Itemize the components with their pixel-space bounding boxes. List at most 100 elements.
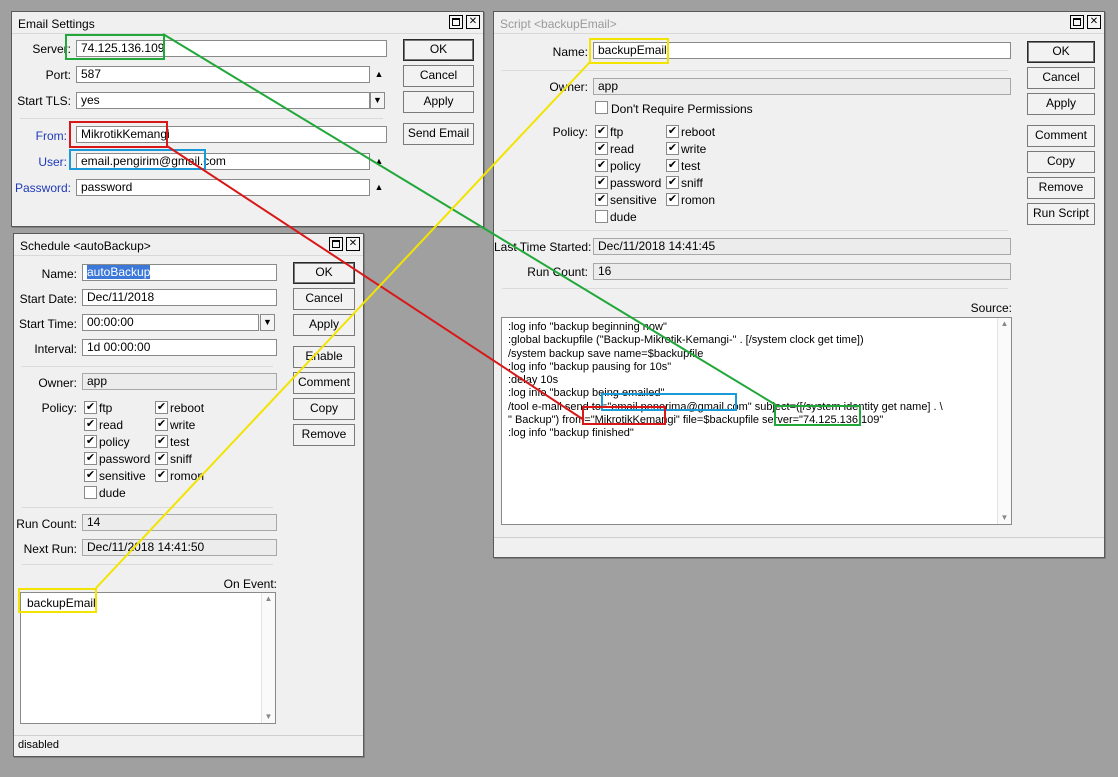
close-icon[interactable]: ✕	[1087, 15, 1101, 29]
user-collapse-icon[interactable]: ▲	[373, 155, 385, 167]
apply-button[interactable]: Apply	[293, 314, 355, 336]
policy-checkbox[interactable]: ✔	[84, 452, 97, 465]
policy-checkbox[interactable]: ✔	[595, 159, 608, 172]
restore-icon[interactable]	[329, 237, 343, 251]
port-collapse-icon[interactable]: ▲	[373, 68, 385, 80]
cancel-button[interactable]: Cancel	[403, 65, 474, 87]
policy-checkbox[interactable]: ✔	[84, 435, 97, 448]
comment-button[interactable]: Comment	[1027, 125, 1095, 147]
cancel-button[interactable]: Cancel	[1027, 67, 1095, 89]
start-tls-label: Start TLS:	[17, 94, 71, 108]
next-run-label: Next Run:	[23, 542, 77, 556]
scroll-down-icon[interactable]: ▼	[998, 512, 1011, 524]
policy-checkbox[interactable]: ✔	[595, 125, 608, 138]
policy-label: policy	[610, 159, 641, 173]
policy-label: ftp	[610, 125, 624, 139]
run-script-button[interactable]: Run Script	[1027, 203, 1095, 225]
copy-button[interactable]: Copy	[1027, 151, 1095, 173]
password-collapse-icon[interactable]: ▲	[373, 181, 385, 193]
policy-checkbox[interactable]: ✔	[666, 159, 679, 172]
policy-checkbox[interactable]: ✔	[595, 142, 608, 155]
policy-checkbox[interactable]: ✔	[155, 469, 168, 482]
scroll-down-icon[interactable]: ▼	[262, 711, 275, 723]
policy-checkbox[interactable]: ✔	[595, 193, 608, 206]
schedule-window: Schedule <autoBackup> ✕ Name: autoBackup…	[13, 233, 364, 757]
policy-checkbox[interactable]: ✔	[84, 469, 97, 482]
from-field[interactable]: MikrotikKemangi	[76, 126, 387, 143]
close-icon[interactable]: ✕	[466, 15, 480, 29]
ok-button[interactable]: OK	[403, 39, 474, 61]
policy-checkbox[interactable]: ✔	[155, 452, 168, 465]
comment-button[interactable]: Comment	[293, 372, 355, 394]
policy-checkbox[interactable]: ✔	[595, 176, 608, 189]
apply-button[interactable]: Apply	[1027, 93, 1095, 115]
on-event-text: backupEmail	[27, 596, 96, 610]
policy-checkbox[interactable]: ✔	[666, 176, 679, 189]
policy-checkbox[interactable]: ✔	[666, 142, 679, 155]
scroll-up-icon[interactable]: ▲	[998, 318, 1011, 330]
restore-icon[interactable]	[449, 15, 463, 29]
remove-button[interactable]: Remove	[1027, 177, 1095, 199]
policy-label: test	[681, 159, 701, 173]
restore-icon[interactable]	[1070, 15, 1084, 29]
from-label: From:	[35, 129, 67, 143]
port-field[interactable]: 587	[76, 66, 370, 83]
policy-checkbox[interactable]: ✔	[84, 401, 97, 414]
policy-label: test	[170, 435, 190, 449]
script-owner-field[interactable]: app	[593, 78, 1011, 95]
policy-label: password	[610, 176, 662, 190]
email-settings-titlebar[interactable]: Email Settings ✕	[12, 12, 483, 34]
close-icon[interactable]: ✕	[346, 237, 360, 251]
source-scrollbar[interactable]: ▲ ▼	[997, 318, 1011, 524]
script-name-field[interactable]: backupEmail	[593, 42, 1011, 59]
apply-button[interactable]: Apply	[403, 91, 474, 113]
policy-checkbox[interactable]: ✔	[155, 435, 168, 448]
schedule-run-count-label: Run Count:	[16, 517, 77, 531]
schedule-titlebar[interactable]: Schedule <autoBackup> ✕	[14, 234, 363, 256]
source-line: :delay 10s	[508, 374, 559, 387]
policy-checkbox[interactable]	[84, 486, 97, 499]
start-time-dropdown-icon[interactable]: ▼	[260, 314, 275, 331]
copy-button[interactable]: Copy	[293, 398, 355, 420]
start-tls-dropdown-icon[interactable]: ▼	[370, 92, 385, 109]
start-time-field[interactable]: 00:00:00	[82, 314, 259, 331]
policy-checkbox[interactable]: ✔	[666, 193, 679, 206]
password-field[interactable]: password	[76, 179, 370, 196]
policy-label: password	[99, 452, 151, 466]
policy-checkbox[interactable]: ✔	[155, 401, 168, 414]
policy-label: write	[681, 142, 707, 156]
start-date-field[interactable]: Dec/11/2018	[82, 289, 277, 306]
ok-button[interactable]: OK	[293, 262, 355, 284]
source-editor[interactable]: :log info "backup beginning now" :global…	[501, 317, 1012, 525]
cancel-button[interactable]: Cancel	[293, 288, 355, 310]
policy-label: reboot	[681, 125, 716, 139]
policy-checkbox[interactable]	[595, 210, 608, 223]
user-field[interactable]: email.pengirim@gmail.com	[76, 153, 370, 170]
ok-button[interactable]: OK	[1027, 41, 1095, 63]
policy-checkbox[interactable]: ✔	[84, 418, 97, 431]
schedule-owner-label: Owner:	[38, 376, 77, 390]
schedule-status-bar: disabled	[14, 735, 363, 753]
dont-require-permissions-checkbox[interactable]	[595, 101, 608, 114]
policy-label: dude	[610, 210, 637, 224]
scroll-up-icon[interactable]: ▲	[262, 593, 275, 605]
script-titlebar[interactable]: Script <backupEmail> ✕	[494, 12, 1104, 34]
enable-button[interactable]: Enable	[293, 346, 355, 368]
start-tls-select[interactable]: yes	[76, 92, 370, 109]
policy-checkbox[interactable]: ✔	[155, 418, 168, 431]
schedule-owner-field[interactable]: app	[82, 373, 277, 390]
interval-field[interactable]: 1d 00:00:00	[82, 339, 277, 356]
send-email-button[interactable]: Send Email	[403, 123, 474, 145]
last-time-started-label: Last Time Started:	[494, 240, 592, 254]
user-label: User:	[38, 155, 67, 169]
script-status-bar	[494, 537, 1104, 555]
server-field[interactable]: 74.125.136.109	[76, 40, 387, 57]
policy-checkbox[interactable]: ✔	[666, 125, 679, 138]
on-event-editor[interactable]: backupEmail ▲ ▼	[20, 592, 276, 724]
source-line: " Backup") from="MikrotikKemangi" file=$…	[508, 414, 884, 427]
password-label: Password:	[14, 181, 71, 195]
remove-button[interactable]: Remove	[293, 424, 355, 446]
on-event-scrollbar[interactable]: ▲ ▼	[261, 593, 275, 723]
schedule-name-field[interactable]: autoBackup	[82, 264, 277, 281]
schedule-title: Schedule <autoBackup>	[20, 239, 151, 253]
